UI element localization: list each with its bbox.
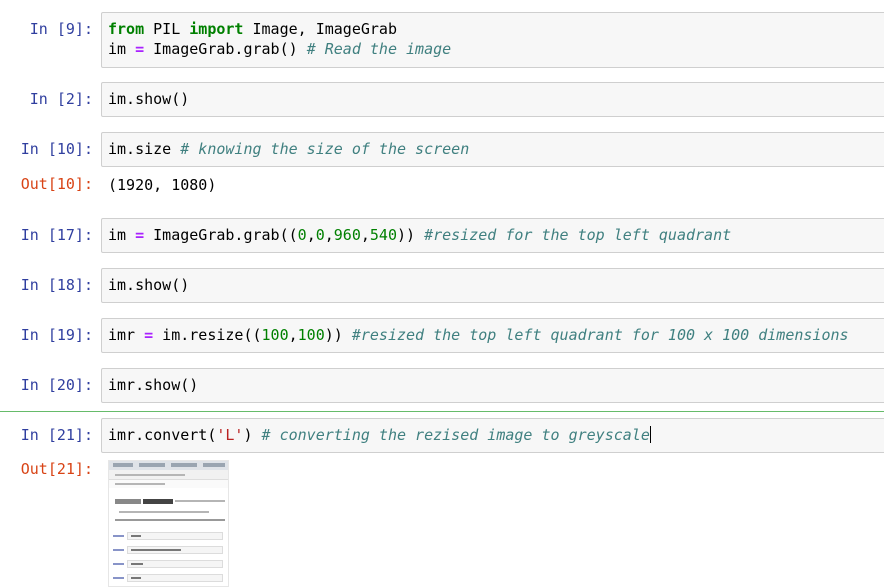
- code-token: im.resize((: [153, 326, 262, 344]
- input-prompt: In [2]:: [29, 90, 93, 108]
- code-line: imr.show(): [108, 375, 884, 395]
- code-input[interactable]: imr = im.resize((100,100)) #resized the …: [101, 318, 884, 353]
- comment-token: #resized the top left quadrant for 100 x…: [351, 326, 849, 344]
- code-token: imr.convert(: [108, 426, 217, 444]
- code-input[interactable]: imr.show(): [101, 368, 884, 403]
- number-token: 0: [297, 226, 307, 244]
- keyword-token: from: [108, 20, 145, 38]
- code-line: im.show(): [108, 275, 884, 295]
- number-token: 100: [261, 326, 289, 344]
- code-line: im = ImageGrab.grab() # Read the image: [108, 39, 884, 59]
- code-token: ImageGrab.grab(): [144, 40, 307, 58]
- output-prompt: Out[21]:: [20, 460, 93, 478]
- selected-cell-indicator: [0, 411, 884, 412]
- code-token: Image, ImageGrab: [243, 20, 397, 38]
- number-token: 100: [297, 326, 325, 344]
- code-token: ,: [288, 326, 298, 344]
- code-token: ,: [360, 226, 370, 244]
- input-prompt: In [20]:: [20, 376, 93, 394]
- code-input[interactable]: im = ImageGrab.grab((0,0,960,540)) #resi…: [101, 218, 884, 253]
- code-token: im.size: [108, 140, 181, 158]
- code-input[interactable]: from PIL import Image, ImageGrab im = Im…: [101, 12, 884, 68]
- code-token: ): [243, 426, 262, 444]
- code-token: )): [324, 326, 352, 344]
- code-input[interactable]: im.size # knowing the size of the screen: [101, 132, 884, 167]
- text-cursor: [649, 426, 651, 443]
- code-line: im.size # knowing the size of the screen: [108, 139, 884, 159]
- code-token: im: [108, 226, 136, 244]
- number-token: 540: [369, 226, 397, 244]
- number-token: 960: [333, 226, 361, 244]
- input-prompt: In [18]:: [20, 276, 93, 294]
- code-line: imr = im.resize((100,100)) #resized the …: [108, 325, 884, 345]
- number-token: 0: [315, 226, 325, 244]
- comment-token: #resized for the top left quadrant: [424, 226, 732, 244]
- code-token: ,: [306, 226, 316, 244]
- code-token: imr.show(): [108, 376, 199, 394]
- input-prompt: In [9]:: [29, 20, 93, 38]
- operator-token: =: [135, 226, 145, 244]
- code-token: im: [108, 40, 136, 58]
- input-prompt: In [19]:: [20, 326, 93, 344]
- code-input[interactable]: im.show(): [101, 82, 884, 117]
- code-token: )): [397, 226, 425, 244]
- input-prompt: In [21]:: [20, 426, 93, 444]
- operator-token: =: [135, 40, 145, 58]
- code-token: im.show(): [108, 90, 190, 108]
- operator-token: =: [144, 326, 154, 344]
- code-line: im = ImageGrab.grab((0,0,960,540)) #resi…: [108, 225, 884, 245]
- input-prompt: In [10]:: [20, 140, 93, 158]
- comment-token: # Read the image: [306, 40, 452, 58]
- comment-token: # knowing the size of the screen: [180, 140, 470, 158]
- code-token: ,: [324, 226, 334, 244]
- string-token: 'L': [216, 426, 244, 444]
- code-token: ImageGrab.grab((: [144, 226, 298, 244]
- code-token: PIL: [144, 20, 190, 38]
- keyword-token: import: [189, 20, 244, 38]
- output-prompt: Out[10]:: [20, 175, 93, 193]
- output-image: [108, 460, 229, 587]
- input-prompt: In [17]:: [20, 226, 93, 244]
- code-line: imr.convert('L') # converting the rezise…: [108, 425, 884, 445]
- code-token: imr: [108, 326, 145, 344]
- code-input[interactable]: imr.convert('L') # converting the rezise…: [101, 418, 884, 453]
- code-input[interactable]: im.show(): [101, 268, 884, 303]
- code-token: im.show(): [108, 276, 190, 294]
- output-text: (1920, 1080): [108, 176, 217, 194]
- code-line: im.show(): [108, 89, 884, 109]
- comment-token: # converting the rezised image to greysc…: [261, 426, 650, 444]
- code-line: from PIL import Image, ImageGrab: [108, 19, 884, 39]
